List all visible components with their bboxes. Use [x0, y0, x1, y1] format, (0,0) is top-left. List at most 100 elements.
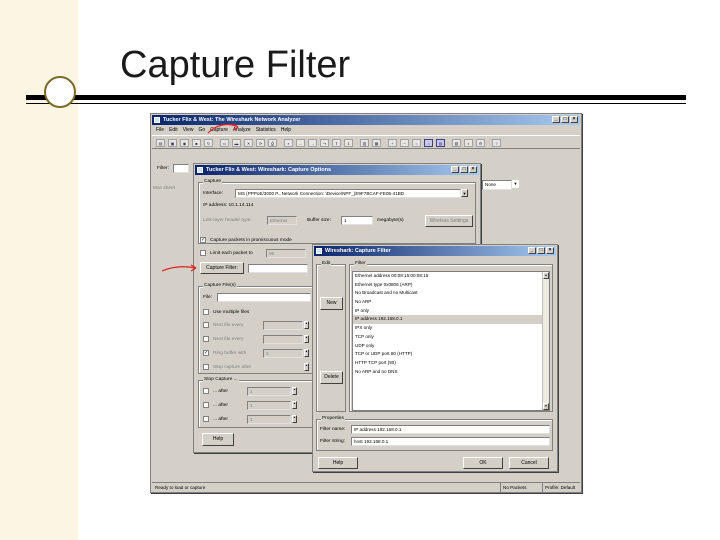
filter-list-scrollbar[interactable]: ▲ ▼: [542, 272, 549, 410]
start-capture-icon[interactable]: ◉: [180, 139, 189, 147]
help-button[interactable]: Help: [202, 433, 234, 446]
minimize-icon[interactable]: _: [451, 166, 459, 173]
close-icon[interactable]: ×: [469, 166, 477, 173]
promiscuous-checkbox[interactable]: ✓: [200, 237, 206, 243]
stop-after-checkbox[interactable]: [203, 364, 209, 370]
menu-view[interactable]: View: [183, 126, 194, 134]
spinner-icon[interactable]: ▲: [304, 363, 309, 371]
open-file-icon[interactable]: ▭: [220, 139, 229, 147]
filter-list-item[interactable]: TCP only: [353, 333, 549, 342]
spinner-icon[interactable]: ▲: [304, 335, 309, 343]
interfaces-icon[interactable]: ▤: [156, 139, 165, 147]
close-icon[interactable]: ×: [570, 116, 578, 123]
filter-list-item[interactable]: No ARP and no DNS: [353, 368, 549, 377]
limit-packet-input[interactable]: 65: [266, 249, 306, 258]
resize-columns-icon[interactable]: ⇔: [424, 139, 433, 147]
preferences-icon[interactable]: ⚙: [476, 139, 485, 147]
maximize-icon[interactable]: □: [537, 247, 545, 254]
filter-list-item[interactable]: Ethernet type 0x0806 (ARP): [353, 281, 549, 290]
save-file-icon[interactable]: ▬: [232, 139, 241, 147]
coloring-rules-icon[interactable]: ◐: [464, 139, 473, 147]
filter-list-item[interactable]: IP address 192.168.0.1: [353, 315, 549, 325]
filter-list-item[interactable]: HTTP TCP port (80): [353, 359, 549, 368]
name-resolution-select[interactable]: None: [482, 180, 512, 190]
next-file-input-2[interactable]: [263, 335, 303, 344]
stop-after-checkbox-1[interactable]: [203, 388, 209, 394]
filter-string-input[interactable]: host 192.168.0.1: [351, 437, 550, 446]
options-icon[interactable]: ▣: [168, 139, 177, 147]
next-file-input-1[interactable]: [263, 321, 303, 330]
ok-button[interactable]: OK: [463, 457, 503, 469]
spinner-icon[interactable]: ▲: [292, 387, 297, 395]
close-file-icon[interactable]: ✕: [244, 139, 253, 147]
spinner-icon[interactable]: ▲: [292, 401, 297, 409]
close-icon[interactable]: ×: [546, 247, 554, 254]
first-packet-icon[interactable]: ⇑: [332, 139, 341, 147]
new-button[interactable]: New: [320, 297, 343, 310]
menu-file[interactable]: File: [156, 126, 164, 134]
menu-statistics[interactable]: Statistics: [256, 126, 276, 134]
display-filters-icon[interactable]: ▧: [452, 139, 461, 147]
goto-icon[interactable]: ↪: [320, 139, 329, 147]
maximize-icon[interactable]: □: [460, 166, 468, 173]
help-button[interactable]: Help: [318, 457, 358, 469]
back-icon[interactable]: ←: [296, 139, 305, 147]
stop-after-checkbox-2[interactable]: [203, 402, 209, 408]
interface-select[interactable]: MS (PPPoE/3000 P...Network Connection: \…: [235, 189, 461, 198]
autoscroll-icon[interactable]: ▦: [372, 139, 381, 147]
filter-name-input[interactable]: IP address 192.168.0.1: [351, 425, 550, 434]
cancel-button[interactable]: Cancel: [509, 457, 549, 469]
capture-filter-input[interactable]: [248, 264, 308, 273]
print-icon[interactable]: ⎙: [268, 139, 277, 147]
minimize-icon[interactable]: _: [528, 247, 536, 254]
spinner-icon[interactable]: ▲: [292, 415, 297, 423]
display-filter-input[interactable]: [173, 164, 189, 173]
next-file-checkbox-1[interactable]: [203, 322, 209, 328]
minimize-icon[interactable]: _: [552, 116, 560, 123]
capture-filters-icon[interactable]: ▤: [436, 139, 445, 147]
next-file-checkbox-2[interactable]: [203, 336, 209, 342]
filter-list-item[interactable]: Ethernet address 00:08:15:00:08:15: [353, 272, 549, 281]
menu-edit[interactable]: Edit: [169, 126, 178, 134]
file-input[interactable]: [217, 293, 311, 302]
zoom-in-icon[interactable]: +: [388, 139, 397, 147]
spinner-icon[interactable]: ▲: [304, 349, 309, 357]
forward-icon[interactable]: →: [308, 139, 317, 147]
zoom-normal-icon[interactable]: =: [412, 139, 421, 147]
filter-list-item[interactable]: IPX only: [353, 324, 549, 333]
stop-after-checkbox-3[interactable]: [203, 416, 209, 422]
filter-list-item[interactable]: TCP or UDP port 80 (HTTP): [353, 350, 549, 359]
scroll-up-icon[interactable]: ▲: [543, 272, 549, 279]
spinner-icon[interactable]: ▲: [304, 321, 309, 329]
zoom-out-icon[interactable]: −: [400, 139, 409, 147]
filter-list-item[interactable]: UDP only: [353, 342, 549, 351]
menu-go[interactable]: Go: [198, 126, 205, 134]
filter-list[interactable]: Ethernet address 00:08:15:00:08:15 Ethern…: [352, 271, 550, 411]
menu-help[interactable]: Help: [281, 126, 291, 134]
capture-filter-button[interactable]: Capture Filter:: [200, 262, 244, 274]
stop-capture-icon[interactable]: ■: [192, 139, 201, 147]
chevron-down-icon[interactable]: ▼: [461, 189, 468, 197]
wireless-settings-button[interactable]: Wireless Settings: [425, 215, 473, 227]
buffer-size-input[interactable]: 1: [341, 216, 373, 225]
scroll-down-icon[interactable]: ▼: [543, 403, 549, 410]
colorize-icon[interactable]: ▥: [360, 139, 369, 147]
last-packet-icon[interactable]: ⇓: [344, 139, 353, 147]
filter-list-item[interactable]: IP only: [353, 307, 549, 316]
restart-capture-icon[interactable]: ↻: [204, 139, 213, 147]
find-icon[interactable]: ⌕: [284, 139, 293, 147]
delete-button[interactable]: Delete: [320, 371, 343, 384]
after-input-1[interactable]: 1: [247, 387, 291, 396]
limit-packet-checkbox[interactable]: [200, 250, 206, 256]
link-layer-select[interactable]: Ethernet: [267, 216, 297, 225]
multiple-files-checkbox[interactable]: [203, 309, 209, 315]
filter-list-item[interactable]: No ARP: [353, 298, 549, 307]
after-input-2[interactable]: 1: [247, 401, 291, 410]
chevron-down-icon[interactable]: ▼: [512, 180, 519, 188]
maximize-icon[interactable]: □: [561, 116, 569, 123]
reload-icon[interactable]: ⟳: [256, 139, 265, 147]
after-input-3[interactable]: 1: [247, 415, 291, 424]
ring-buffer-checkbox[interactable]: ✓: [203, 350, 209, 356]
ring-buffer-input[interactable]: 2: [263, 349, 303, 358]
filter-list-item[interactable]: No Broadcast and no Multicast: [353, 289, 549, 298]
